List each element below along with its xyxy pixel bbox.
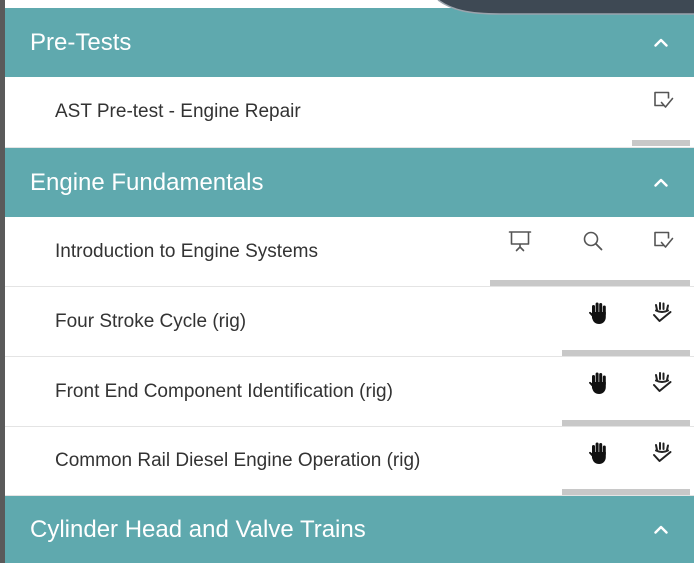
section-title: Engine Fundamentals xyxy=(30,168,264,196)
header-decoration xyxy=(437,0,694,15)
check-doc-icon[interactable] xyxy=(652,90,674,110)
hand-icon[interactable] xyxy=(588,301,608,325)
course-outline-page: Pre-Tests AST Pre-test - Engine Repair E… xyxy=(0,0,694,563)
hand-icon[interactable] xyxy=(588,441,608,465)
lesson-row[interactable]: Front End Component Identification (rig) xyxy=(5,357,694,427)
icon-underline-bar xyxy=(632,140,690,146)
lesson-label: Common Rail Diesel Engine Operation (rig… xyxy=(55,450,421,471)
check-doc-icon[interactable] xyxy=(652,230,674,250)
section-title: Pre-Tests xyxy=(30,28,132,56)
hand-check-icon[interactable] xyxy=(651,300,673,324)
lesson-label: AST Pre-test - Engine Repair xyxy=(55,101,301,122)
lesson-label: Four Stroke Cycle (rig) xyxy=(55,310,247,332)
hand-check-icon[interactable] xyxy=(651,370,673,394)
section-title: Cylinder Head and Valve Trains xyxy=(30,515,366,543)
section-header-cylinder-head[interactable]: Cylinder Head and Valve Trains xyxy=(5,496,694,563)
hand-icon[interactable] xyxy=(588,371,608,395)
section-header-engine-fundamentals[interactable]: Engine Fundamentals xyxy=(5,148,694,217)
lesson-row[interactable]: AST Pre-test - Engine Repair xyxy=(5,77,694,148)
search-icon[interactable] xyxy=(582,230,604,252)
chevron-up-icon[interactable] xyxy=(654,178,668,187)
section-header-pre-tests[interactable]: Pre-Tests xyxy=(5,8,694,77)
lesson-label: Introduction to Engine Systems xyxy=(55,240,318,262)
chevron-up-icon[interactable] xyxy=(654,38,668,47)
icon-underline-bar xyxy=(490,280,690,286)
lesson-row[interactable]: Four Stroke Cycle (rig) xyxy=(5,287,694,357)
lesson-label: Front End Component Identification (rig) xyxy=(55,380,393,402)
presentation-icon[interactable] xyxy=(508,230,532,252)
chevron-up-icon[interactable] xyxy=(654,525,668,534)
lesson-row[interactable]: Introduction to Engine Systems xyxy=(5,217,694,287)
icon-underline-bar xyxy=(562,420,690,426)
hand-check-icon[interactable] xyxy=(651,440,673,464)
lesson-row[interactable]: Common Rail Diesel Engine Operation (rig… xyxy=(5,427,694,496)
icon-underline-bar xyxy=(562,489,690,495)
course-outline-panel: Pre-Tests AST Pre-test - Engine Repair E… xyxy=(5,8,694,563)
icon-underline-bar xyxy=(562,350,690,356)
